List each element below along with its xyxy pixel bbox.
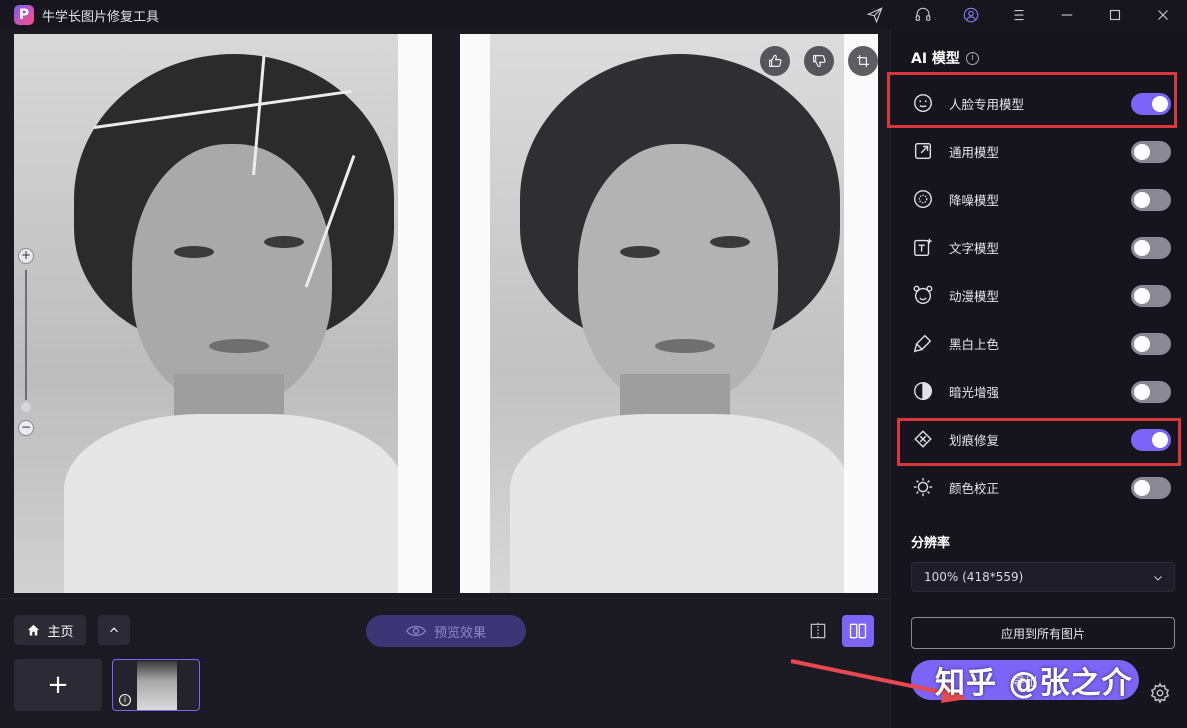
home-button[interactable]: 主页: [14, 615, 86, 645]
app-logo: P: [14, 5, 34, 25]
feedback-actions: [760, 46, 878, 76]
low-light-icon: [911, 379, 935, 403]
title-bar: P 牛学长图片修复工具: [0, 0, 1187, 30]
resolution-title: 分辨率: [911, 536, 951, 551]
thumbs-up-icon[interactable]: [760, 46, 790, 76]
model-row-low-light: 暗光增强: [911, 371, 1173, 411]
model-row-colorize: 黑白上色: [911, 323, 1173, 363]
collapse-button[interactable]: [98, 615, 130, 645]
info-icon[interactable]: i: [965, 51, 979, 65]
side-by-side-view-button[interactable]: [842, 615, 874, 647]
headset-icon[interactable]: [899, 0, 947, 30]
user-icon[interactable]: [947, 0, 995, 30]
text-model-icon: [911, 235, 935, 259]
toggle-color-correct-model[interactable]: [1131, 477, 1171, 499]
send-icon[interactable]: [851, 0, 899, 30]
home-icon: [28, 624, 40, 635]
zoom-in-button[interactable]: +: [18, 248, 34, 264]
preview-button[interactable]: 预览效果: [366, 615, 526, 647]
scratch-repair-icon: [911, 427, 935, 451]
app-window: P 牛学长图片修复工具 + − 主页 预览效果 + i AI 模型 i 人脸专用…: [0, 0, 1187, 728]
zoom-out-button[interactable]: −: [18, 420, 34, 436]
eye-icon: [406, 626, 426, 636]
colorize-icon: [911, 331, 935, 355]
minimize-icon[interactable]: [1043, 0, 1091, 30]
color-correct-icon: [911, 475, 935, 499]
model-row-face: 人脸专用模型: [911, 83, 1173, 123]
image-compare-area: + −: [0, 30, 890, 598]
side-by-side-icon: [849, 623, 867, 639]
zoom-slider: + −: [18, 248, 36, 438]
maximize-icon[interactable]: [1091, 0, 1139, 30]
general-model-icon: [911, 139, 935, 163]
chevron-down-icon: [1154, 576, 1162, 581]
add-image-button[interactable]: +: [14, 659, 102, 711]
image-thumbnail[interactable]: i: [112, 659, 200, 711]
zoom-handle[interactable]: [21, 402, 31, 412]
toggle-low-light-model[interactable]: [1131, 381, 1171, 403]
bottom-toolbar: 主页 预览效果 + i: [0, 598, 890, 728]
panel-title: AI 模型 i: [911, 48, 979, 68]
title-bar-controls: [851, 0, 1187, 30]
toggle-general-model[interactable]: [1131, 141, 1171, 163]
model-row-scratch-repair: 划痕修复: [911, 419, 1173, 459]
close-icon[interactable]: [1139, 0, 1187, 30]
toggle-text-model[interactable]: [1131, 237, 1171, 259]
model-row-denoise: 降噪模型: [911, 179, 1173, 219]
preview-label: 预览效果: [433, 625, 486, 641]
face-icon: [911, 91, 935, 115]
menu-icon[interactable]: [995, 0, 1043, 30]
model-row-text: 文字模型: [911, 227, 1173, 267]
original-photo: [14, 34, 432, 593]
toggle-denoise-model[interactable]: [1131, 189, 1171, 211]
model-row-color-correct: 颜色校正: [911, 467, 1173, 507]
toggle-anime-model[interactable]: [1131, 285, 1171, 307]
home-label: 主页: [47, 624, 74, 640]
gear-icon[interactable]: [1149, 682, 1173, 706]
ai-model-panel: AI 模型 i 人脸专用模型 通用模型 降噪模型 文字模型 动漫模型 黑白上色 …: [887, 30, 1187, 728]
crop-icon[interactable]: [848, 46, 878, 76]
toggle-scratch-repair-model[interactable]: [1131, 429, 1171, 451]
toggle-face-model[interactable]: [1131, 93, 1171, 115]
anime-icon: [911, 283, 935, 307]
app-title: 牛学长图片修复工具: [42, 9, 160, 25]
split-view-icon: [810, 622, 826, 640]
apply-to-all-button[interactable]: 应用到所有图片: [911, 617, 1175, 649]
model-row-general: 通用模型: [911, 131, 1173, 171]
restored-photo: [460, 34, 878, 593]
resolution-select[interactable]: 100% (418*559): [911, 562, 1175, 592]
denoise-icon: [911, 187, 935, 211]
split-view-button[interactable]: [802, 615, 834, 647]
chevron-up-icon: [110, 627, 118, 633]
watermark: 知乎 @张之介: [935, 666, 1133, 701]
info-icon[interactable]: i: [119, 694, 131, 706]
model-row-anime: 动漫模型: [911, 275, 1173, 315]
zoom-track[interactable]: [25, 270, 27, 400]
thumbs-down-icon[interactable]: [804, 46, 834, 76]
toggle-colorize-model[interactable]: [1131, 333, 1171, 355]
